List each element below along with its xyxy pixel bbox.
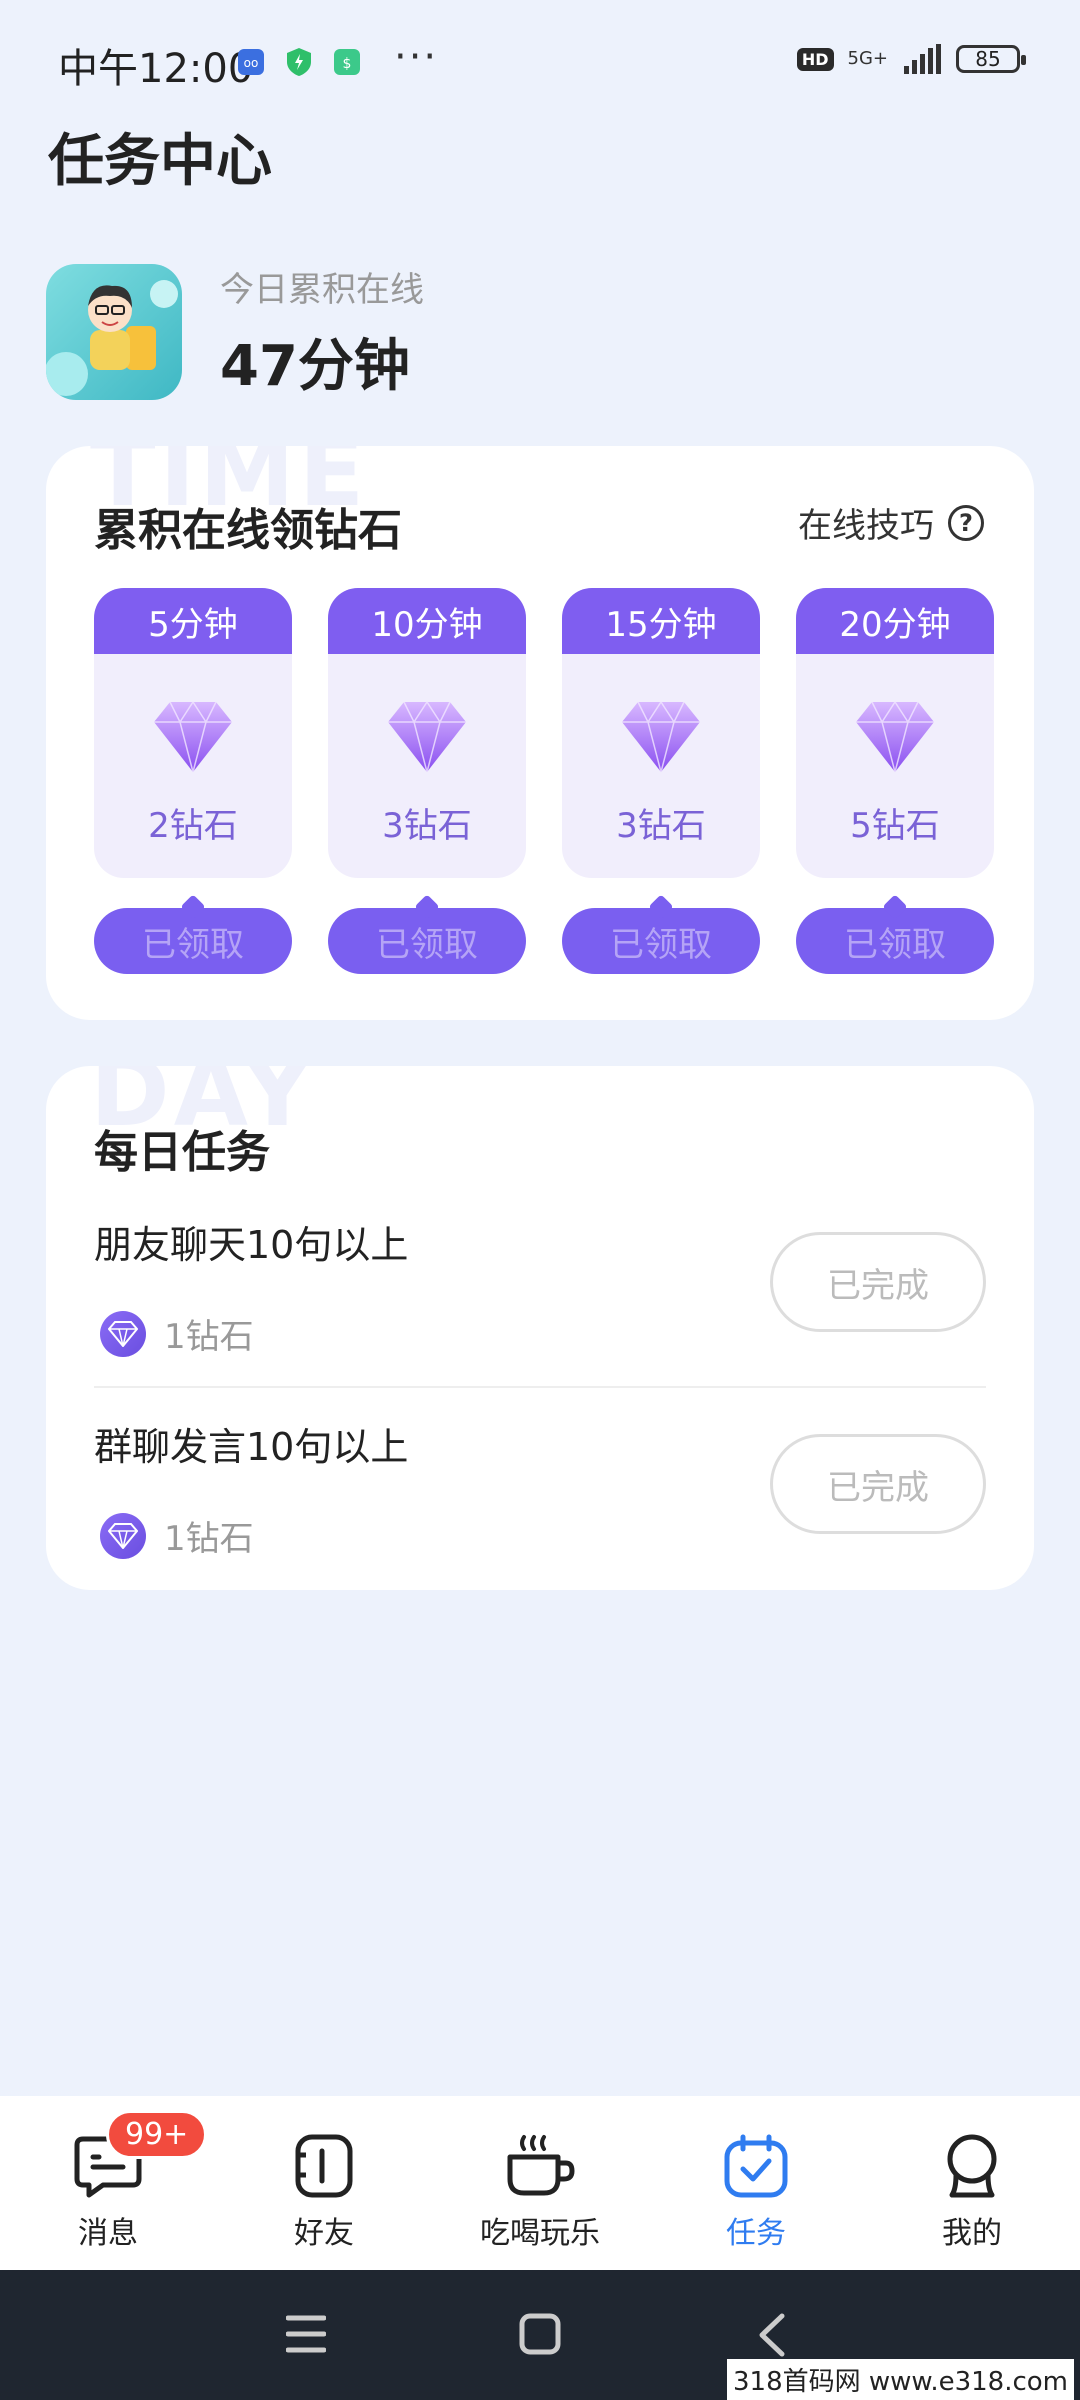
app-notification-icon: oo [238,49,264,75]
claimed-button[interactable]: 已领取 [796,908,994,974]
status-time: 中午12:00 [58,46,254,92]
online-reward-card: TIME 累积在线领钻石 在线技巧 ? 5分钟 2钻石 已领取 10分钟 3钻石… [46,446,1034,1020]
nav-label: 消息 [78,2216,138,2251]
notification-icons: oo $ [236,46,362,78]
diamond-icon [856,700,934,773]
online-tips-button[interactable]: 在线技巧 ? [798,498,984,547]
nav-label: 吃喝玩乐 [480,2216,600,2251]
nav-tasks[interactable]: 任务 [648,2096,864,2270]
claimed-button[interactable]: 已领取 [562,908,760,974]
diamond-icon [154,700,232,773]
diamond-icon [622,700,700,773]
tile-reward: 3钻石 [382,806,472,846]
tile-reward: 3钻石 [616,806,706,846]
nav-label: 任务 [726,2216,786,2251]
svg-text:$: $ [343,56,352,72]
page-title: 任务中心 [48,129,272,194]
reward-tiles: 5分钟 2钻石 已领取 10分钟 3钻石 已领取 15分钟 3钻石 已领取 20… [94,588,994,974]
cartoon-avatar-icon [46,280,178,396]
nav-lifestyle[interactable]: 吃喝玩乐 [432,2096,648,2270]
reward-amount: 1钻石 [164,1519,254,1559]
help-icon: ? [948,504,984,541]
tile-duration: 10分钟 [328,588,526,654]
tile-duration: 20分钟 [796,588,994,654]
battery-level: 85 [975,47,1001,71]
bottom-nav: 99+ 消息 好友 吃喝玩乐 任务 我的 [0,2096,1080,2270]
back-icon[interactable] [756,2312,786,2358]
unread-badge: 99+ [106,2110,208,2159]
divider [94,1386,986,1388]
nav-messages[interactable]: 99+ 消息 [0,2096,216,2270]
contacts-icon [286,2130,362,2202]
hd-icon: HD [796,47,834,71]
coffee-icon [502,2130,578,2202]
task-item: 朋友聊天10句以上 1钻石 已完成 [94,1214,986,1358]
claimed-button[interactable]: 已领取 [94,908,292,974]
diamond-icon [100,1310,146,1357]
tile-duration: 15分钟 [562,588,760,654]
nav-profile[interactable]: 我的 [864,2096,1080,2270]
daily-tasks-card: DAY 每日任务 朋友聊天10句以上 1钻石 已完成 群聊发言10句以上 1钻石… [46,1066,1034,1590]
completed-button[interactable]: 已完成 [770,1232,986,1332]
reward-amount: 1钻石 [164,1317,254,1357]
nav-friends[interactable]: 好友 [216,2096,432,2270]
footer-watermark: 318首码网 www.e318.com [727,2359,1074,2400]
reward-tile: 20分钟 5钻石 已领取 [796,588,994,974]
summary-value: 47分钟 [220,334,410,399]
svg-text:oo: oo [244,56,259,70]
tile-reward: 5钻石 [850,806,940,846]
status-bar: 中午12:00 oo $ ··· HD 5G+ 85 [0,0,1080,124]
completed-button[interactable]: 已完成 [770,1434,986,1534]
daily-card-title: 每日任务 [94,1127,270,1178]
reward-tile: 15分钟 3钻石 已领取 [562,588,760,974]
diamond-icon [388,700,466,773]
reward-tile: 5分钟 2钻石 已领取 [94,588,292,974]
task-icon [718,2130,794,2202]
system-nav-bar: 318首码网 www.e318.com [0,2270,1080,2400]
online-card-title: 累积在线领钻石 [94,505,402,556]
nav-label: 好友 [294,2216,354,2251]
claimed-button[interactable]: 已领取 [328,908,526,974]
menu-icon[interactable] [286,2312,326,2356]
home-icon[interactable] [518,2312,562,2356]
nav-label: 我的 [942,2216,1002,2251]
more-notifications-icon: ··· [394,34,439,80]
signal-icon [904,44,941,74]
tile-reward: 2钻石 [148,806,238,846]
online-summary: 今日累积在线 47分钟 [46,262,424,402]
network-type: 5G+ [847,48,888,69]
diamond-icon [100,1512,146,1559]
green-app-icon: $ [334,49,360,75]
profile-icon [934,2130,1010,2202]
tile-duration: 5分钟 [94,588,292,654]
battery-icon: 85 [956,45,1026,73]
reward-tile: 10分钟 3钻石 已领取 [328,588,526,974]
system-status: HD 5G+ 85 [796,44,1026,74]
tips-label: 在线技巧 [798,506,934,546]
shield-icon [287,48,311,76]
summary-label: 今日累积在线 [220,270,424,310]
task-item: 群聊发言10句以上 1钻石 已完成 [94,1416,986,1560]
avatar [46,264,182,400]
